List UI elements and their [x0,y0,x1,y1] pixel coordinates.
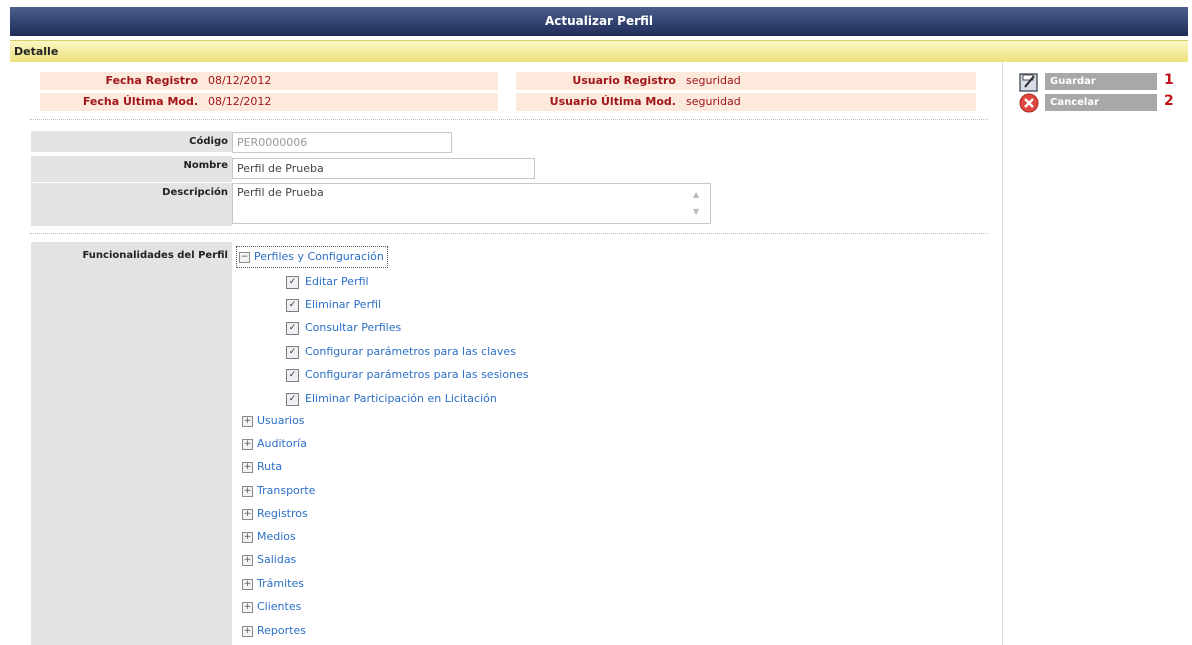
tree-node-label[interactable]: Ruta [257,460,282,473]
divider [30,233,988,234]
tree-leaf[interactable]: ✓ Configurar parámetros para las claves [286,345,516,359]
tree-node-label[interactable]: Perfiles y Configuración [254,250,384,263]
tree-leaf-label[interactable]: Editar Perfil [305,275,369,288]
expand-icon[interactable]: + [242,578,253,590]
codigo-label: Código [189,136,228,147]
cancelar-number: 2 [1164,93,1174,109]
expand-icon[interactable]: + [242,531,253,543]
usuario-registro-value: seguridad [686,74,741,87]
scroll-up-icon[interactable]: ▲ [693,190,699,199]
tree-node-label[interactable]: Transporte [257,484,315,497]
descripcion-label-cell: Descripción [31,183,232,226]
expand-icon[interactable]: + [242,625,253,637]
tree-leaf[interactable]: ✓ Editar Perfil [286,275,369,289]
tree-leaf[interactable]: ✓ Configurar parámetros para las sesiones [286,368,529,382]
tree-leaf[interactable]: ✓ Eliminar Perfil [286,298,381,312]
section-header: Detalle [10,40,1188,62]
fecha-ultima-label-cell: Fecha Última Mod. [40,93,202,111]
checkbox[interactable]: ✓ [286,298,299,312]
funcionalidades-label-cell: Funcionalidades del Perfil [31,242,232,645]
fecha-registro-label: Fecha Registro [105,74,199,87]
descripcion-label: Descripción [162,187,228,198]
tree-node-registros[interactable]: + Registros [242,507,308,520]
tree-leaf-label[interactable]: Eliminar Perfil [305,298,381,311]
guardar-number: 1 [1164,72,1174,88]
tree-node-auditoria[interactable]: + Auditoría [242,437,307,450]
page-title-bar: Actualizar Perfil [10,7,1188,36]
tree-node-label[interactable]: Reportes [257,624,306,637]
tree-node-perfiles[interactable]: − Perfiles y Configuración [236,246,388,268]
tree-leaf-label[interactable]: Eliminar Participación en Licitación [305,392,497,405]
save-icon[interactable] [1019,72,1039,92]
checkbox[interactable]: ✓ [286,368,299,382]
nombre-label-cell: Nombre [31,156,232,182]
checkbox[interactable]: ✓ [286,321,299,335]
cancelar-button[interactable]: Cancelar [1045,94,1157,111]
expand-icon[interactable]: + [242,601,253,613]
tree-leaf[interactable]: ✓ Eliminar Participación en Licitación [286,392,497,406]
section-title: Detalle [14,45,59,58]
checkbox[interactable]: ✓ [286,275,299,289]
tree-leaf[interactable]: ✓ Consultar Perfiles [286,321,401,335]
tree-node-transporte[interactable]: + Transporte [242,484,315,497]
expand-icon[interactable]: + [242,461,253,473]
usuario-ultima-label: Usuario Última Mod. [549,95,676,108]
cancelar-label: Cancelar [1050,97,1100,108]
tree-node-label[interactable]: Auditoría [257,437,307,450]
tree-node-medios[interactable]: + Medios [242,530,296,543]
tree-node-salidas[interactable]: + Salidas [242,553,296,566]
scroll-down-icon[interactable]: ▼ [693,207,699,216]
fecha-ultima-value: 08/12/2012 [208,95,272,108]
tree-node-tramites[interactable]: + Trámites [242,577,304,590]
usuario-ultima-value: seguridad [686,95,741,108]
checkbox[interactable]: ✓ [286,345,299,359]
codigo-label-cell: Código [31,131,232,152]
tree-node-reportes[interactable]: + Reportes [242,624,306,637]
page-title: Actualizar Perfil [544,14,654,28]
expand-icon[interactable]: + [242,438,253,450]
divider [30,119,988,120]
tree-leaf-label[interactable]: Configurar parámetros para las sesiones [305,368,529,381]
expand-icon[interactable]: + [242,415,253,427]
tree-node-clientes[interactable]: + Clientes [242,600,301,613]
expand-icon[interactable]: + [242,554,253,566]
nombre-field[interactable]: Perfil de Prueba [232,158,535,179]
checkbox[interactable]: ✓ [286,392,299,406]
cancel-icon[interactable] [1019,93,1039,113]
tree-node-label[interactable]: Registros [257,507,308,520]
expand-icon[interactable]: + [242,508,253,520]
column-divider [1002,62,1003,645]
tree-node-label[interactable]: Clientes [257,600,301,613]
fecha-registro-value: 08/12/2012 [208,74,272,87]
usuario-registro-label: Usuario Registro [572,74,676,87]
tree-leaf-label[interactable]: Consultar Perfiles [305,321,401,334]
tree-node-usuarios[interactable]: + Usuarios [242,414,305,427]
fecha-registro-label-cell: Fecha Registro [40,72,202,90]
tree-leaf-label[interactable]: Configurar parámetros para las claves [305,345,516,358]
funcionalidades-label: Funcionalidades del Perfil [82,250,228,261]
tree-node-label[interactable]: Salidas [257,553,296,566]
guardar-label: Guardar [1050,76,1096,87]
usuario-ultima-label-cell: Usuario Última Mod. [516,93,680,111]
tree-node-label[interactable]: Medios [257,530,296,543]
fecha-ultima-label: Fecha Última Mod. [82,95,198,108]
usuario-registro-label-cell: Usuario Registro [516,72,680,90]
codigo-field[interactable]: PER0000006 [232,132,452,153]
expand-icon[interactable]: + [242,485,253,497]
nombre-label: Nombre [183,160,228,171]
tree-node-ruta[interactable]: + Ruta [242,460,282,473]
tree-node-label[interactable]: Trámites [257,577,304,590]
guardar-button[interactable]: Guardar [1045,73,1157,90]
tree-node-label[interactable]: Usuarios [257,414,305,427]
descripcion-field[interactable]: Perfil de Prueba [232,183,711,224]
collapse-icon[interactable]: − [239,251,250,263]
